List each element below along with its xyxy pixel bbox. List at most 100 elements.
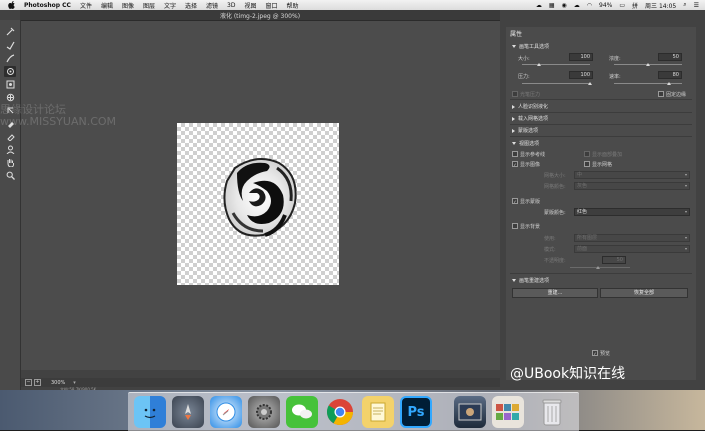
system-preferences-icon[interactable] — [248, 396, 280, 428]
section-title: 人脸识别液化 — [518, 104, 549, 110]
photos-icon[interactable] — [492, 396, 524, 428]
cloud-icon[interactable]: ☁ — [574, 2, 580, 9]
size-input[interactable]: 100 — [569, 53, 593, 61]
launchpad-icon[interactable] — [172, 396, 204, 428]
creative-cloud-icon[interactable]: ☁ — [536, 2, 542, 9]
pressure-slider-thumb[interactable] — [588, 82, 592, 85]
image-preview-icon[interactable] — [454, 396, 486, 428]
apple-menu-icon[interactable] — [8, 1, 16, 9]
menu-edit[interactable]: 编辑 — [101, 1, 113, 10]
menu-select[interactable]: 选择 — [185, 1, 197, 10]
size-label: 大小: — [518, 56, 530, 62]
pressure-slider-track[interactable] — [522, 83, 590, 84]
show-mesh-label: 显示网格 — [592, 162, 613, 168]
mesh-size-select[interactable]: 中 — [574, 171, 690, 179]
hand-tool-icon[interactable] — [4, 157, 16, 168]
menu-filter[interactable]: 滤镜 — [206, 1, 218, 10]
mask-color-select[interactable]: 红色 — [574, 208, 690, 216]
rate-input[interactable]: 80 — [658, 71, 682, 79]
opacity-input[interactable]: 50 — [602, 256, 626, 264]
menu-3d[interactable]: 3D — [227, 2, 235, 9]
size-slider-track[interactable] — [522, 64, 590, 65]
section-view-options[interactable]: 视图选项 — [512, 140, 539, 147]
reconstruct-button[interactable]: 重建... — [512, 288, 598, 298]
restore-all-button[interactable]: 恢复全部 — [600, 288, 688, 298]
finder-icon[interactable] — [134, 396, 166, 428]
zoom-in-button[interactable]: + — [34, 379, 41, 386]
section-mask-options[interactable]: 蒙版选项 — [512, 127, 538, 134]
size-slider-thumb[interactable] — [537, 63, 541, 66]
pin-edges-checkbox[interactable] — [658, 91, 664, 97]
menu-app-name[interactable]: Photoshop CC — [24, 2, 71, 9]
thaw-mask-tool-icon[interactable] — [4, 131, 16, 142]
face-tool-icon[interactable] — [4, 144, 16, 155]
photoshop-icon[interactable]: Ps — [400, 396, 432, 428]
pucker-tool-icon[interactable] — [4, 79, 16, 90]
clock[interactable]: 周三 14:05 — [645, 1, 676, 10]
show-mask-checkbox[interactable]: ✓ — [512, 198, 518, 204]
pressure-input[interactable]: 100 — [569, 71, 593, 79]
menu-layer[interactable]: 图层 — [143, 1, 155, 10]
density-input[interactable]: 50 — [658, 53, 682, 61]
divider — [510, 112, 692, 113]
show-mesh-checkbox[interactable] — [584, 161, 590, 167]
collapse-arrow-icon — [512, 104, 515, 109]
wechat-status-icon[interactable]: ◉ — [562, 2, 567, 9]
stylus-pressure-checkbox[interactable] — [512, 91, 518, 97]
wechat-icon[interactable] — [286, 396, 318, 428]
section-brush-reconstruct-options[interactable]: 画笔重建选项 — [512, 277, 549, 284]
section-title: 视图选项 — [519, 141, 540, 147]
notes-icon[interactable] — [362, 396, 394, 428]
section-load-mesh-options[interactable]: 载入网格选项 — [512, 115, 548, 122]
use-value: 所有图层 — [577, 235, 598, 241]
menu-type[interactable]: 文字 — [164, 1, 176, 10]
menu-file[interactable]: 文件 — [80, 1, 92, 10]
input-method-icon[interactable]: 拼 — [632, 1, 638, 10]
mode-select[interactable]: 前面 — [574, 245, 690, 253]
opacity-slider-track[interactable] — [570, 267, 630, 268]
menu-image[interactable]: 图像 — [122, 1, 134, 10]
smooth-tool-icon[interactable] — [4, 53, 16, 64]
dock: Ps — [128, 392, 579, 431]
menu-help[interactable]: 帮助 — [287, 1, 299, 10]
reconstruct-tool-icon[interactable] — [4, 40, 16, 51]
zoom-tool-icon[interactable] — [4, 170, 16, 181]
spotlight-icon[interactable]: ⌕ — [683, 1, 686, 9]
bloat-tool-icon[interactable] — [4, 92, 16, 103]
mesh-color-select[interactable]: 灰色 — [574, 182, 690, 190]
density-slider-thumb[interactable] — [646, 63, 650, 66]
zoom-bar: − + 300% ▾ — [21, 378, 500, 387]
section-brush-tool-options[interactable]: 画笔工具选项 — [512, 43, 549, 50]
zoom-dropdown-icon[interactable]: ▾ — [73, 380, 76, 386]
dropdown-caret-icon — [685, 237, 687, 239]
use-select[interactable]: 所有图层 — [574, 234, 690, 242]
show-face-overlay-checkbox[interactable] — [584, 151, 590, 157]
pin-edges-label: 固定边缘 — [666, 92, 687, 98]
rate-slider-track[interactable] — [614, 83, 682, 84]
rate-slider-thumb[interactable] — [667, 82, 671, 85]
document-canvas[interactable] — [177, 123, 339, 285]
zoom-out-button[interactable]: − — [25, 379, 32, 386]
preview-checkbox[interactable]: ✓ — [592, 350, 598, 356]
notification-center-icon[interactable]: ☰ — [694, 2, 699, 9]
opacity-slider-thumb[interactable] — [596, 266, 600, 269]
safari-icon[interactable] — [210, 396, 242, 428]
menu-window[interactable]: 窗口 — [266, 1, 278, 10]
section-title: 画笔重建选项 — [519, 278, 550, 284]
grid-icon[interactable]: ▦ — [549, 2, 555, 9]
twirl-clockwise-tool-icon[interactable] — [4, 66, 16, 77]
show-guides-checkbox[interactable] — [512, 151, 518, 157]
chrome-icon[interactable] — [324, 396, 356, 428]
battery-icon[interactable]: ▭ — [619, 2, 625, 9]
trash-icon[interactable] — [536, 396, 568, 428]
section-face-aware-liquify[interactable]: 人脸识别液化 — [512, 103, 548, 110]
show-image-checkbox[interactable]: ✓ — [512, 161, 518, 167]
show-backdrop-checkbox[interactable] — [512, 223, 518, 229]
show-guides-label: 显示参考线 — [520, 152, 546, 158]
wifi-icon[interactable]: ◠ — [587, 2, 592, 9]
dropdown-caret-icon — [685, 174, 687, 176]
zoom-level[interactable]: 300% — [51, 380, 65, 386]
battery-percent: 94% — [599, 1, 613, 9]
menu-view[interactable]: 视图 — [244, 1, 256, 10]
forward-warp-tool-icon[interactable] — [4, 26, 16, 37]
